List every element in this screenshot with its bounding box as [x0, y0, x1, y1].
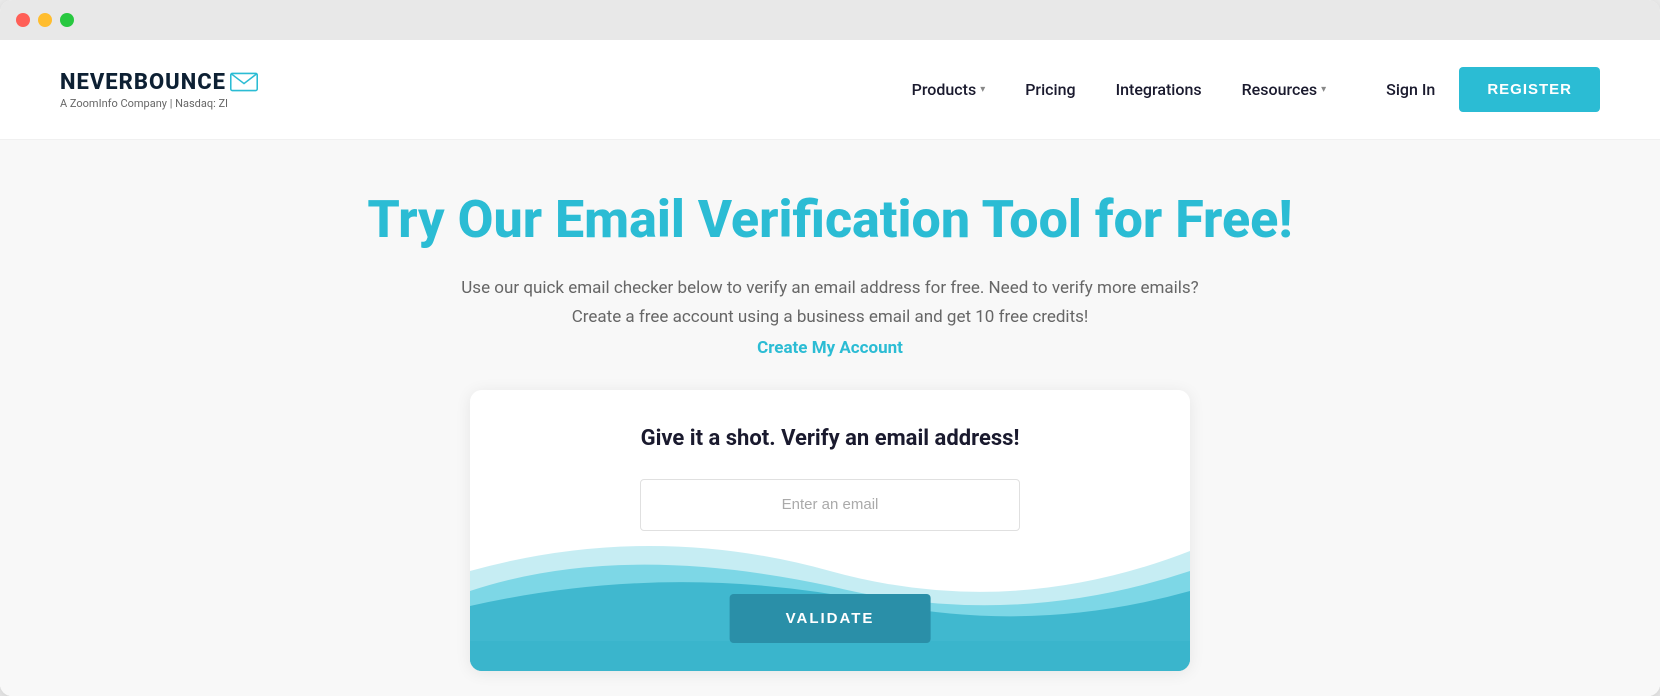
- card-top: Give it a shot. Verify an email address!: [470, 390, 1190, 531]
- nav-pricing-label: Pricing: [1025, 80, 1075, 99]
- nav-links: Products ▾ Pricing Integrations Resource…: [912, 80, 1327, 99]
- main-content: Try Our Email Verification Tool for Free…: [0, 140, 1660, 696]
- validate-button-wrap: VALIDATE: [730, 594, 931, 643]
- nav-integrations-label: Integrations: [1116, 80, 1202, 99]
- logo[interactable]: NEVERBOUNCE: [60, 70, 258, 95]
- email-input[interactable]: [640, 479, 1020, 531]
- email-input-wrap: [510, 479, 1150, 531]
- nav-item-products[interactable]: Products ▾: [912, 80, 986, 99]
- sign-in-link[interactable]: Sign In: [1386, 80, 1435, 99]
- close-button-icon[interactable]: [16, 13, 30, 27]
- subtext-line1: Use our quick email checker below to ver…: [461, 274, 1198, 332]
- card-title: Give it a shot. Verify an email address!: [510, 426, 1150, 451]
- card-wave-area: VALIDATE: [470, 511, 1190, 671]
- browser-chrome: [0, 0, 1660, 40]
- chevron-down-icon: ▾: [980, 84, 985, 95]
- minimize-button-icon[interactable]: [38, 13, 52, 27]
- page-headline: Try Our Email Verification Tool for Free…: [367, 190, 1292, 250]
- page-content: NEVERBOUNCE A ZoomInfo Company | Nasdaq:…: [0, 40, 1660, 696]
- logo-text-label: NEVERBOUNCE: [60, 70, 226, 95]
- logo-area: NEVERBOUNCE A ZoomInfo Company | Nasdaq:…: [60, 70, 258, 110]
- nav-products-label: Products: [912, 80, 977, 99]
- verify-card: Give it a shot. Verify an email address!: [470, 390, 1190, 671]
- browser-window: NEVERBOUNCE A ZoomInfo Company | Nasdaq:…: [0, 0, 1660, 696]
- nav-actions: Sign In REGISTER: [1386, 67, 1600, 112]
- register-button[interactable]: REGISTER: [1459, 67, 1600, 112]
- nav-item-resources[interactable]: Resources ▾: [1242, 80, 1327, 99]
- nav-item-integrations[interactable]: Integrations: [1116, 80, 1202, 99]
- validate-button[interactable]: VALIDATE: [730, 594, 931, 643]
- nav-resources-label: Resources: [1242, 80, 1318, 99]
- logo-subtitle: A ZoomInfo Company | Nasdaq: ZI: [60, 97, 258, 110]
- chevron-down-icon-resources: ▾: [1321, 84, 1326, 95]
- nav-item-pricing[interactable]: Pricing: [1025, 80, 1075, 99]
- logo-icon: [230, 72, 258, 92]
- navbar: NEVERBOUNCE A ZoomInfo Company | Nasdaq:…: [0, 40, 1660, 140]
- create-account-link[interactable]: Create My Account: [757, 338, 903, 358]
- maximize-button-icon[interactable]: [60, 13, 74, 27]
